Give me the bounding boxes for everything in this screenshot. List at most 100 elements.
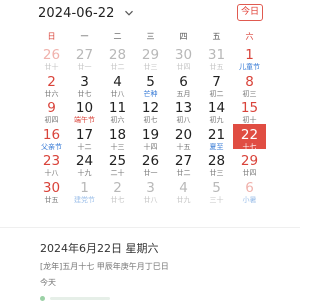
day-number: 13	[174, 100, 193, 116]
weekday-label: 三	[146, 32, 155, 41]
calendar-app: 2024-06-22 今日 日一二三四五六 26 廿十 27 廿一 28 廿二 29 廿三 30…	[0, 0, 300, 301]
day-number: 3	[146, 179, 155, 196]
day-cell[interactable]: 27 廿一	[68, 44, 101, 71]
lunar-day-label: 廿八	[143, 195, 158, 204]
weekday-label: 二	[113, 32, 122, 41]
selected-date-title: 2024年6月22日 星期六	[40, 242, 159, 255]
day-cell[interactable]: 8 初三	[233, 71, 266, 98]
day-cell[interactable]: 23 十八	[35, 150, 68, 177]
lunar-day-label: 小暑	[242, 195, 257, 204]
day-number: 15	[240, 100, 259, 116]
day-cell[interactable]: 7 初二	[200, 71, 233, 98]
day-cell[interactable]: 30 廿四	[167, 44, 200, 71]
day-number: 9	[47, 100, 56, 116]
day-number: 26	[42, 47, 61, 63]
day-cell[interactable]: 20 十五	[167, 124, 200, 151]
day-cell-selected[interactable]: 22 十七	[233, 123, 266, 151]
day-cell[interactable]: 14 初九	[200, 97, 233, 124]
lunar-day-label: 廿七	[110, 195, 125, 204]
day-cell[interactable]: 1 建党节	[68, 177, 101, 204]
day-cell[interactable]: 21 夏至	[200, 124, 233, 151]
day-number: 17	[75, 126, 94, 143]
day-cell[interactable]: 2 廿六	[35, 71, 68, 98]
day-cell[interactable]: 12 初七	[134, 97, 167, 124]
day-number: 10	[75, 100, 94, 116]
day-number: 27	[75, 47, 94, 63]
day-cell[interactable]: 31 廿五	[200, 44, 233, 71]
day-cell[interactable]: 30 廿五	[35, 177, 68, 204]
day-cell[interactable]: 18 十三	[101, 124, 134, 151]
month-selector[interactable]: 2024-06-22	[38, 4, 134, 22]
day-number: 6	[179, 73, 188, 90]
day-cell[interactable]: 16 父亲节	[35, 124, 68, 151]
day-cell[interactable]: 4 廿八	[101, 71, 134, 98]
day-number: 29	[141, 47, 160, 63]
day-number: 7	[212, 73, 221, 90]
day-cell[interactable]: 2 廿七	[101, 177, 134, 204]
day-number: 6	[245, 179, 254, 196]
day-cell[interactable]: 9 初四	[35, 97, 68, 124]
today-button[interactable]: 今日	[237, 4, 263, 21]
day-number: 1	[245, 47, 254, 63]
weekday-label: 日	[47, 32, 56, 41]
weekday-label: 六	[245, 32, 254, 41]
day-cell[interactable]: 6 小暑	[233, 177, 266, 204]
weekday-header-row: 日一二三四五六	[35, 31, 266, 43]
day-cell[interactable]: 26 廿一	[134, 150, 167, 177]
day-number: 21	[207, 126, 226, 143]
weekday-label: 一	[80, 32, 89, 41]
day-number: 28	[108, 47, 127, 63]
day-cell[interactable]: 28 廿二	[101, 44, 134, 71]
day-cell[interactable]: 29 廿三	[134, 44, 167, 71]
weekday-label: 四	[179, 32, 188, 41]
day-cell[interactable]: 5 芒种	[134, 71, 167, 98]
lunar-day-label: 三十	[209, 195, 224, 204]
day-cell[interactable]: 15 初十	[233, 97, 266, 124]
day-cell[interactable]: 27 廿二	[167, 150, 200, 177]
lunar-date-text: [龙年]五月十七 甲辰年庚午月丁巳日	[40, 262, 169, 271]
day-number: 26	[141, 153, 160, 169]
current-month-label: 2024-06-22	[38, 5, 115, 21]
day-cell[interactable]: 13 初八	[167, 97, 200, 124]
day-cell[interactable]: 26 廿十	[35, 44, 68, 71]
day-number: 4	[179, 179, 188, 196]
lunar-day-label: 建党节	[74, 195, 95, 204]
today-label: 今天	[40, 278, 56, 287]
day-cell[interactable]: 3 廿八	[134, 177, 167, 204]
day-number: 22	[240, 126, 259, 143]
day-cell[interactable]: 29 廿四	[233, 150, 266, 177]
day-cell[interactable]: 6 五月	[167, 71, 200, 98]
day-number: 11	[108, 100, 127, 116]
day-number: 20	[174, 126, 193, 143]
day-cell[interactable]: 10 端午节	[68, 97, 101, 124]
day-number: 24	[75, 153, 94, 169]
day-number: 23	[42, 153, 61, 169]
day-cell[interactable]: 19 十四	[134, 124, 167, 151]
day-cell[interactable]: 28 廿三	[200, 150, 233, 177]
day-cell[interactable]: 5 三十	[200, 177, 233, 204]
day-number: 4	[113, 73, 122, 90]
day-cell[interactable]: 1 儿童节	[233, 44, 266, 71]
day-number: 1	[80, 179, 89, 196]
day-number: 30	[42, 179, 61, 196]
day-number: 14	[207, 100, 226, 116]
event-list-item[interactable]	[40, 293, 260, 301]
day-number: 27	[174, 153, 193, 169]
day-number: 5	[212, 179, 221, 196]
day-number: 25	[108, 153, 127, 169]
calendar-grid: 26 廿十 27 廿一 28 廿二 29 廿三 30 廿四 31 廿五 1 儿童节 2 廿六 3 廿七 4 廿八 5 芒种…	[35, 44, 266, 204]
day-number: 29	[240, 153, 259, 169]
day-cell[interactable]: 25 二十	[101, 150, 134, 177]
day-cell[interactable]: 11 初六	[101, 97, 134, 124]
day-cell[interactable]: 3 廿七	[68, 71, 101, 98]
day-number: 30	[174, 47, 193, 63]
day-number: 3	[80, 73, 89, 90]
event-dot-icon	[40, 296, 45, 301]
calendar-header: 2024-06-22 今日	[0, 0, 300, 26]
day-number: 18	[108, 126, 127, 143]
day-cell[interactable]: 4 廿九	[167, 177, 200, 204]
day-number: 2	[47, 73, 56, 90]
day-cell[interactable]: 24 十九	[68, 150, 101, 177]
divider	[0, 227, 300, 228]
day-cell[interactable]: 17 十二	[68, 124, 101, 151]
